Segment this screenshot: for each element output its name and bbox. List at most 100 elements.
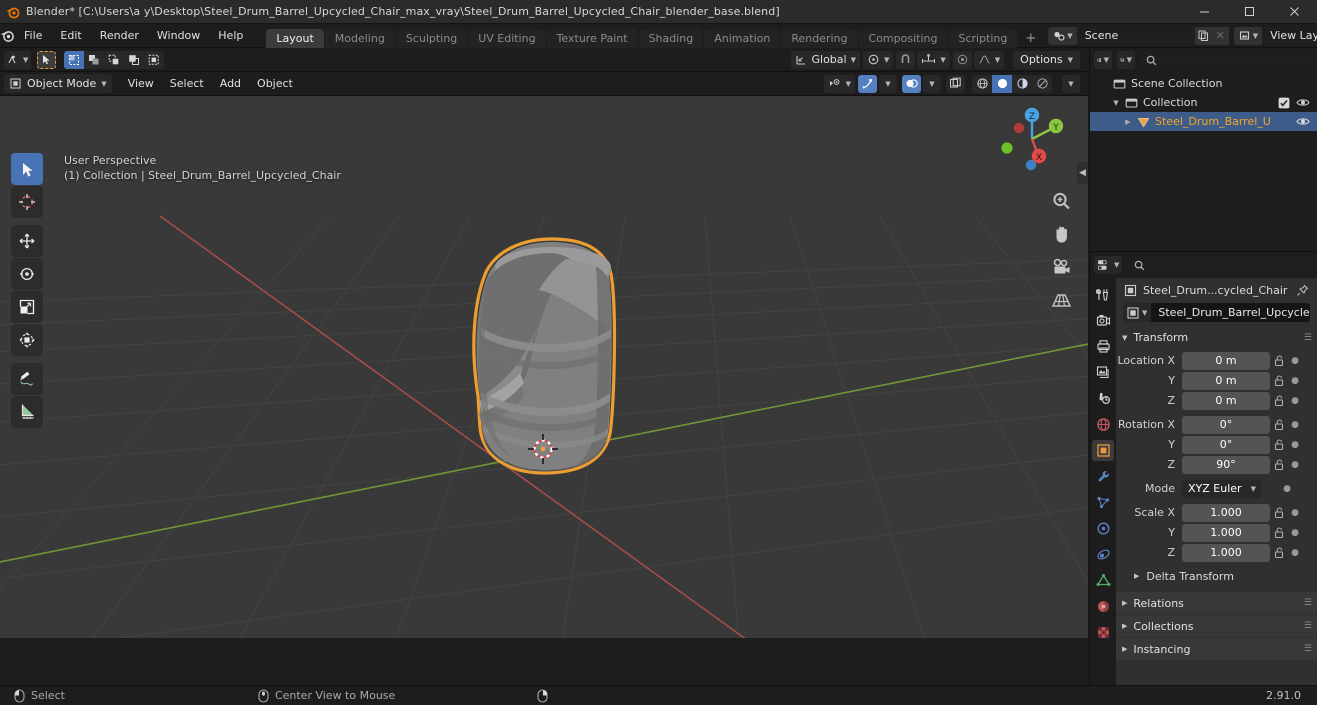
minimize-button[interactable] — [1182, 0, 1227, 24]
object-datablock-icon[interactable]: ▼ — [1123, 303, 1152, 322]
blender-menu-icon[interactable] — [0, 24, 15, 48]
menu-help[interactable]: Help — [209, 27, 252, 45]
animate-dot[interactable]: ● — [1288, 460, 1302, 470]
scale-tool[interactable] — [11, 291, 43, 323]
outliner-row-collection[interactable]: ▼ Collection — [1090, 93, 1317, 112]
tool-tab[interactable] — [1092, 284, 1114, 305]
gizmo-options[interactable]: ▼ — [879, 74, 897, 93]
view-layer-selector[interactable]: ▼ View Layer ✕ — [1233, 26, 1317, 45]
collections-panel[interactable]: ▶ Collections ☰ — [1116, 615, 1317, 637]
xray-toggle[interactable] — [946, 74, 965, 93]
transform-tool[interactable] — [11, 324, 43, 356]
tab-rendering[interactable]: Rendering — [781, 28, 858, 48]
menu-render[interactable]: Render — [91, 27, 148, 45]
visibility-selector[interactable]: ▼ — [823, 74, 855, 93]
animate-dot[interactable]: ● — [1288, 396, 1302, 406]
show-overlays-toggle[interactable] — [902, 74, 921, 93]
transform-panel-header[interactable]: ▼ Transform ☰ — [1116, 327, 1317, 348]
shading-options[interactable]: ▼ — [1062, 74, 1080, 93]
viewport-navigation-gizmo[interactable]: Z Y X — [996, 103, 1068, 175]
wireframe-shading[interactable] — [972, 75, 992, 93]
hide-eye-icon[interactable] — [1296, 97, 1310, 108]
lock-icon[interactable] — [1270, 354, 1288, 367]
menu-window[interactable]: Window — [148, 27, 209, 45]
pivot-point-selector[interactable]: ▼ — [862, 50, 894, 69]
object-tab[interactable] — [1092, 440, 1114, 461]
solid-shading[interactable] — [992, 74, 1012, 93]
outliner-row-object[interactable]: ▶ Steel_Drum_Barrel_U — [1090, 112, 1317, 131]
animate-dot[interactable]: ● — [1288, 420, 1302, 430]
select-subtract-mode[interactable] — [104, 51, 124, 69]
lock-icon[interactable] — [1270, 438, 1288, 451]
rendered-shading[interactable] — [1032, 75, 1052, 93]
animate-dot[interactable]: ● — [1288, 440, 1302, 450]
object-name-field[interactable]: ▼ Steel_Drum_Barrel_Upcycle... — [1123, 303, 1310, 322]
cursor-tool[interactable] — [11, 186, 43, 218]
scale-x-value[interactable]: 1.000 — [1182, 503, 1270, 522]
scene-name-field[interactable]: Scene — [1076, 26, 1195, 45]
properties-search-input[interactable] — [1128, 256, 1313, 274]
lock-icon[interactable] — [1270, 418, 1288, 431]
add-workspace-button[interactable]: + — [1018, 29, 1043, 48]
tab-animation[interactable]: Animation — [704, 28, 781, 48]
scene-selector[interactable]: ▼ Scene ✕ — [1048, 26, 1229, 45]
tab-shading[interactable]: Shading — [638, 28, 704, 48]
viewport-menu-add[interactable]: Add — [212, 74, 249, 93]
render-tab[interactable] — [1092, 310, 1114, 331]
scene-icon[interactable]: ▼ — [1048, 26, 1077, 45]
3d-viewport[interactable]: User Perspective (1) Collection | Steel_… — [0, 96, 1088, 638]
lock-icon[interactable] — [1270, 458, 1288, 471]
snap-magnet-toggle[interactable] — [896, 50, 916, 69]
rotate-tool[interactable] — [11, 258, 43, 290]
animate-dot[interactable]: ● — [1288, 376, 1302, 386]
relations-panel[interactable]: ▶ Relations ☰ — [1116, 592, 1317, 614]
transform-orientation-selector[interactable]: Global ▼ — [790, 50, 860, 69]
outliner-editor-type-selector[interactable]: ▼ — [1094, 51, 1112, 69]
outliner-row-scene-collection[interactable]: Scene Collection — [1090, 74, 1317, 93]
lock-icon[interactable] — [1270, 394, 1288, 407]
view-layer-icon[interactable]: ▼ — [1233, 26, 1263, 45]
disclosure-triangle[interactable]: ▼ — [1110, 99, 1122, 107]
scene-new-button[interactable] — [1194, 26, 1212, 45]
outliner-display-mode[interactable]: ▼ — [1117, 51, 1135, 69]
pin-icon[interactable] — [1296, 284, 1309, 297]
object-data-tab[interactable] — [1092, 570, 1114, 591]
maximize-button[interactable] — [1227, 0, 1272, 24]
animate-dot[interactable]: ● — [1288, 528, 1302, 538]
world-tab[interactable] — [1092, 414, 1114, 435]
perspective-grid-icon[interactable] — [1048, 287, 1074, 313]
editor-type-selector[interactable]: ▼ — [4, 50, 32, 69]
physics-tab[interactable] — [1092, 518, 1114, 539]
hide-eye-icon[interactable] — [1296, 116, 1310, 127]
close-button[interactable] — [1272, 0, 1317, 24]
texture-tab[interactable] — [1092, 622, 1114, 643]
menu-file[interactable]: File — [15, 27, 51, 45]
move-tool[interactable] — [11, 225, 43, 257]
animate-dot[interactable]: ● — [1280, 484, 1294, 494]
active-tool-indicator[interactable] — [37, 50, 57, 69]
properties-search-field[interactable] — [1150, 258, 1307, 272]
scene-tab[interactable] — [1092, 388, 1114, 409]
material-preview-shading[interactable] — [1012, 75, 1032, 93]
particles-tab[interactable] — [1092, 492, 1114, 513]
tab-compositing[interactable]: Compositing — [858, 28, 948, 48]
rotation-x-value[interactable]: 0° — [1182, 415, 1270, 434]
outliner-search-field[interactable] — [1162, 53, 1307, 67]
tab-sculpting[interactable]: Sculpting — [395, 28, 468, 48]
tab-uv-editing[interactable]: UV Editing — [468, 28, 546, 48]
lock-icon[interactable] — [1270, 374, 1288, 387]
outliner-search-input[interactable] — [1140, 51, 1313, 69]
animate-dot[interactable]: ● — [1288, 548, 1302, 558]
tab-scripting[interactable]: Scripting — [948, 28, 1018, 48]
scale-z-value[interactable]: 1.000 — [1182, 543, 1270, 562]
scale-y-value[interactable]: 1.000 — [1182, 523, 1270, 542]
lock-icon[interactable] — [1270, 546, 1288, 559]
annotate-tool[interactable] — [11, 363, 43, 395]
select-invert-mode[interactable] — [124, 51, 144, 69]
viewport-menu-select[interactable]: Select — [162, 74, 212, 93]
viewport-menu-view[interactable]: View — [120, 74, 162, 93]
tab-texture-paint[interactable]: Texture Paint — [546, 28, 638, 48]
select-intersect-mode[interactable] — [144, 51, 164, 69]
object-name-value[interactable]: Steel_Drum_Barrel_Upcycle... — [1151, 303, 1310, 322]
exclude-checkbox[interactable] — [1278, 97, 1290, 109]
